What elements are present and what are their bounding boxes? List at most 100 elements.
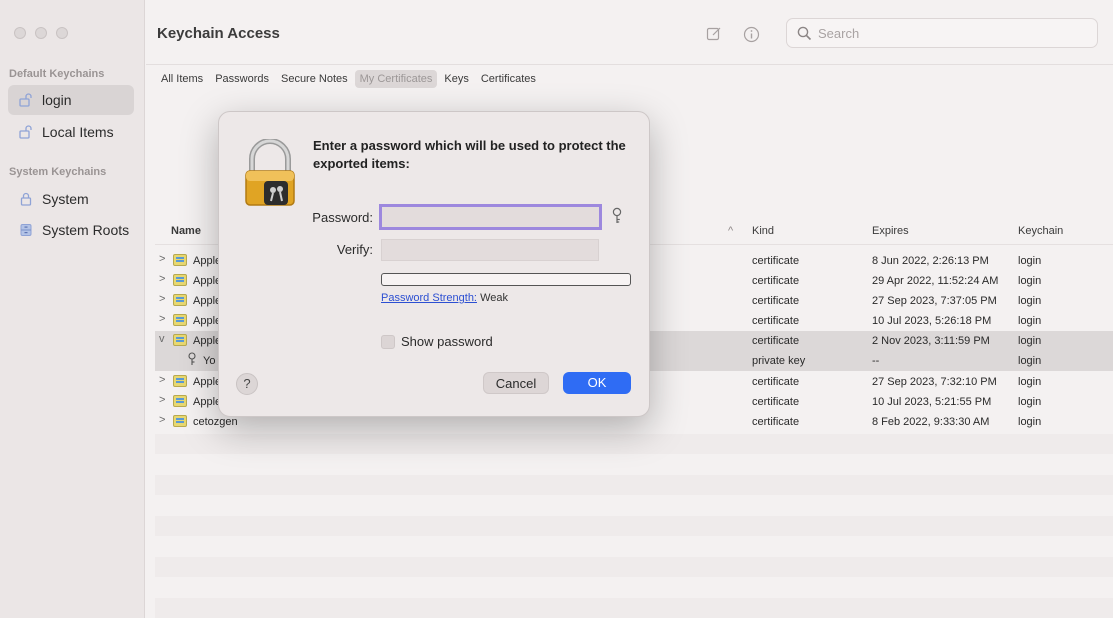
verify-label: Verify: [336,242,373,257]
app-title: Keychain Access [157,25,280,42]
row-kind: certificate [752,255,800,267]
tab-keys[interactable]: Keys [439,70,473,88]
row-kind: certificate [752,416,800,428]
column-header-name[interactable]: Name [171,225,201,237]
password-assistant-key-icon[interactable] [611,207,625,225]
row-name: Apple [193,376,222,388]
system-keychains-heading: System Keychains [9,166,107,178]
row-keychain: login [1018,255,1042,267]
show-password-label: Show password [401,334,493,349]
tab-secure-notes[interactable]: Secure Notes [276,70,353,88]
tab-certificates[interactable]: Certificates [476,70,541,88]
chevron-right-icon[interactable]: > [159,313,165,325]
empty-row-stripe [155,557,1113,577]
ok-button[interactable]: OK [563,372,631,394]
empty-row-stripe [155,516,1113,536]
row-keychain: login [1018,335,1042,347]
sidebar-item-label: login [42,92,72,108]
certificate-icon [173,334,187,346]
chevron-right-icon[interactable]: > [159,414,165,426]
password-strength-link[interactable]: Password Strength: [381,292,477,304]
empty-row-stripe [155,475,1113,495]
column-header-kind[interactable]: Kind [752,225,774,237]
default-keychains-heading: Default Keychains [9,68,105,80]
checkbox-box[interactable] [381,334,395,349]
row-expires: 10 Jul 2023, 5:21:55 PM [872,396,992,408]
chevron-right-icon[interactable]: > [159,394,165,406]
show-password-checkbox[interactable]: Show password [381,334,493,349]
row-expires: 29 Apr 2022, 11:52:24 AM [872,275,999,287]
certificate-icon [173,254,187,266]
row-keychain: login [1018,275,1042,287]
row-keychain: login [1018,355,1042,367]
sidebar-item-label: Local Items [42,124,114,140]
row-expires: -- [872,355,880,367]
compose-icon[interactable] [704,24,724,44]
cancel-button[interactable]: Cancel [483,372,549,394]
sort-ascending-icon[interactable]: ^ [728,225,733,237]
row-expires: 10 Jul 2023, 5:26:18 PM [872,315,992,327]
column-header-expires[interactable]: Expires [872,225,909,237]
certificate-icon [173,415,187,427]
tab-my-certificates[interactable]: My Certificates [354,70,438,88]
row-name: Apple [193,315,222,327]
window-controls [14,27,68,39]
verify-field[interactable] [381,239,599,261]
info-icon[interactable] [741,24,761,44]
row-name: Apple [193,255,222,267]
search-icon [797,26,812,41]
zoom-window-button[interactable] [56,27,68,39]
toolbar: Keychain Access Search [146,0,1113,65]
row-name: Apple [193,396,222,408]
row-keychain: login [1018,315,1042,327]
chevron-right-icon[interactable]: > [159,273,165,285]
certificate-icon [173,274,187,286]
cabinet-icon [18,222,34,238]
help-button[interactable]: ? [236,373,258,395]
password-input[interactable] [382,207,599,227]
search-placeholder: Search [818,25,860,41]
tab-all-items[interactable]: All Items [156,70,208,88]
close-window-button[interactable] [14,27,26,39]
chevron-right-icon[interactable]: > [159,293,165,305]
password-strength: Password Strength: Weak [381,292,508,304]
sidebar-item-system[interactable]: System [8,184,134,214]
row-kind: certificate [752,335,800,347]
password-field[interactable] [379,204,602,230]
chevron-right-icon[interactable]: > [159,374,165,386]
chevron-down-icon[interactable]: v [159,333,165,345]
unlocked-lock-icon [18,124,34,140]
row-keychain: login [1018,376,1042,388]
password-label: Password: [312,210,373,225]
row-name: Apple [193,295,222,307]
certificate-icon [173,375,187,387]
sidebar-item-local-items[interactable]: Local Items [8,117,134,147]
certificate-icon [173,314,187,326]
category-tabs: All Items Passwords Secure Notes My Cert… [156,70,541,88]
sidebar-item-system-roots[interactable]: System Roots [8,215,134,245]
password-strength-value: Weak [480,292,508,304]
sidebar-item-login[interactable]: login [8,85,134,115]
keychain-lock-icon [244,138,296,209]
minimize-window-button[interactable] [35,27,47,39]
sidebar-item-label: System Roots [42,222,130,238]
row-keychain: login [1018,416,1042,428]
lock-icon [18,191,34,207]
row-kind: certificate [752,396,800,408]
row-expires: 2 Nov 2023, 3:11:59 PM [872,335,990,347]
row-expires: 8 Jun 2022, 2:26:13 PM [872,255,989,267]
chevron-right-icon[interactable]: > [159,253,165,265]
sidebar-item-label: System [42,191,89,207]
search-field[interactable]: Search [786,18,1098,48]
row-name: Yo [203,355,216,367]
tab-passwords[interactable]: Passwords [210,70,274,88]
row-kind: private key [752,355,806,367]
certificate-icon [173,294,187,306]
column-header-keychain[interactable]: Keychain [1018,225,1063,237]
verify-input[interactable] [382,240,598,260]
row-expires: 27 Sep 2023, 7:32:10 PM [872,376,997,388]
row-kind: certificate [752,275,800,287]
row-expires: 27 Sep 2023, 7:37:05 PM [872,295,997,307]
keychain-window: Default Keychains login Local Items Syst… [0,0,1113,618]
row-name: Apple [193,335,222,347]
